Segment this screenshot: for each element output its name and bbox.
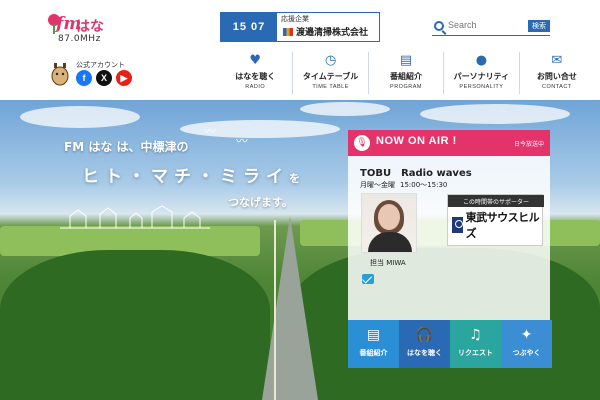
hero-tagline: FM はな は、中標津の (64, 140, 189, 154)
program-button[interactable]: ▤ 番組紹介 (348, 320, 399, 368)
search-button[interactable]: 検索 (528, 20, 550, 32)
action-label: はなを聴く (407, 349, 442, 357)
cloud (300, 102, 390, 116)
road (262, 216, 318, 400)
supporter-box[interactable]: この時間帯のサポーター 東武サウスヒルズ (447, 194, 544, 246)
program-icon: ▤ (399, 53, 413, 68)
microphone-icon: 🎙 (354, 135, 370, 151)
youtube-icon[interactable]: ▶ (116, 70, 132, 86)
mail-icon[interactable] (362, 274, 374, 284)
action-label: リクエスト (458, 349, 493, 357)
on-air-status: 日今放送中 (513, 141, 544, 148)
nav-item-contact[interactable]: ✉ お問い合せ CONTACT (520, 52, 594, 94)
nav-sublabel: PROGRAM (390, 84, 422, 90)
supporter-logo: 東武サウスヒルズ (452, 211, 540, 240)
hero-tagline-main: ヒト・マチ・ミライを (82, 162, 300, 187)
search-bar: 検索 (432, 18, 550, 36)
listen-button[interactable]: 🎧 はなを聴く (399, 320, 450, 368)
hero-tagline-end: つなげます。 (228, 196, 293, 209)
supporter-label: この時間帯のサポーター (448, 195, 544, 207)
logo-name: はな (76, 19, 104, 35)
action-bar: ▤ 番組紹介 🎧 はなを聴く ♫ リクエスト ✦ つぶやく (348, 320, 552, 368)
person-icon: ● (475, 53, 488, 68)
nav-label: パーソナリティ (453, 72, 510, 81)
nav-item-radio[interactable]: ♥ はなを聴く RADIO (218, 52, 294, 94)
program-time: 15:00〜15:30 (400, 181, 448, 189)
cloud (20, 106, 140, 128)
mail-icon: ✉ (551, 53, 563, 68)
supporter-logo-icon (452, 217, 463, 233)
now-on-air-title: NOW ON AIR ! (376, 135, 457, 147)
logo-frequency: 87.0MHz (58, 34, 101, 44)
action-label: つぶやく (512, 349, 541, 357)
search-icon (434, 21, 444, 31)
host-body (368, 232, 412, 252)
program-days: 月曜〜金曜 (360, 181, 395, 189)
heart-icon: ♥ (249, 53, 262, 68)
clock-icon: ◷ (324, 53, 337, 68)
now-on-air-header: 🎙 NOW ON AIR ! 日今放送中 (348, 130, 550, 156)
nav-item-program[interactable]: ▤ 番組紹介 PROGRAM (369, 52, 445, 94)
headphones-icon: 🎧 (415, 327, 434, 343)
nav-sublabel: RADIO (245, 84, 266, 90)
now-on-air-panel: 🎙 NOW ON AIR ! 日今放送中 TOBU Radio waves 月曜… (348, 130, 550, 320)
forest (0, 250, 270, 400)
twitter-icon: ✦ (520, 327, 533, 343)
social-label: 公式アカウント (76, 61, 125, 69)
sponsor-logo-icon (283, 27, 293, 36)
houses-illustration (60, 205, 210, 229)
tweet-button[interactable]: ✦ つぶやく (501, 320, 552, 368)
mascot-icon (51, 63, 69, 86)
program-title[interactable]: TOBU Radio waves (360, 164, 472, 179)
main-nav: ♥ はなを聴く RADIO ◷ タイムテーブル TIME TABLE ▤ 番組紹… (218, 52, 594, 94)
bird-icon: 〰 (236, 134, 249, 148)
music-note-icon: ♫ (469, 327, 482, 343)
search-input[interactable] (448, 20, 508, 30)
host-photo[interactable] (361, 193, 417, 253)
facebook-icon[interactable]: f (76, 70, 92, 86)
nav-label: お問い合せ (536, 72, 577, 81)
nav-sublabel: TIME TABLE (312, 84, 349, 90)
supporter-name: 東武サウスヒルズ (465, 211, 540, 240)
cloud (420, 104, 570, 124)
sponsor-name-text: 渡邉清掃株式会社 (296, 28, 369, 38)
site-header: fm はな 87.0MHz 公式アカウント f X ▶ 15 07 応援企業 渡… (0, 0, 600, 100)
road-line (274, 220, 276, 400)
nav-label: はなを聴く (235, 72, 276, 81)
host-name: 担当 MIWA (370, 259, 406, 267)
x-icon[interactable]: X (96, 70, 112, 86)
sponsor-label: 応援企業 (281, 15, 309, 23)
request-button[interactable]: ♫ リクエスト (450, 320, 501, 368)
hero-tagline-suffix: を (289, 172, 300, 185)
sponsor-banner[interactable]: 15 07 応援企業 渡邉清掃株式会社 (220, 12, 380, 42)
nav-item-timetable[interactable]: ◷ タイムテーブル TIME TABLE (293, 52, 369, 94)
sponsor-name: 渡邉清掃株式会社 (283, 25, 368, 38)
nav-sublabel: CONTACT (541, 84, 572, 90)
nav-label: タイムテーブル (302, 72, 359, 81)
nav-item-personality[interactable]: ● パーソナリティ PERSONALITY (444, 52, 520, 94)
hero-tagline-words: ヒト・マチ・ミライ (82, 167, 289, 187)
host-face (378, 204, 400, 230)
action-label: 番組紹介 (359, 349, 388, 357)
program-icon: ▤ (366, 327, 381, 343)
current-time: 15 07 (221, 13, 277, 41)
nav-sublabel: PERSONALITY (459, 84, 504, 90)
nav-label: 番組紹介 (390, 72, 423, 81)
site-logo[interactable]: fm はな 87.0MHz (48, 14, 118, 44)
bird-icon: 〰 (204, 124, 217, 138)
